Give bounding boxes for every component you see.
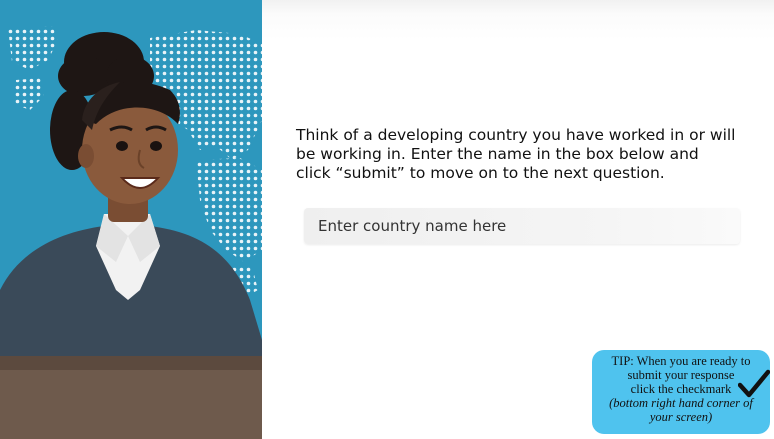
prompt-line-3: click “submit” to move on to the next qu… — [296, 164, 665, 182]
tip-line-1: TIP: When you are ready to — [611, 354, 751, 368]
prompt-line-2: be working in. Enter the name in the box… — [296, 145, 699, 163]
question-prompt: Think of a developing country you have w… — [296, 126, 766, 183]
presenter-illustration — [0, 0, 262, 439]
prompt-line-1: Think of a developing country you have w… — [296, 126, 736, 144]
checkmark-icon — [738, 369, 770, 398]
country-name-input[interactable] — [304, 208, 740, 244]
presenter-avatar — [0, 0, 262, 439]
tip-line-5: your screen) — [649, 410, 713, 424]
